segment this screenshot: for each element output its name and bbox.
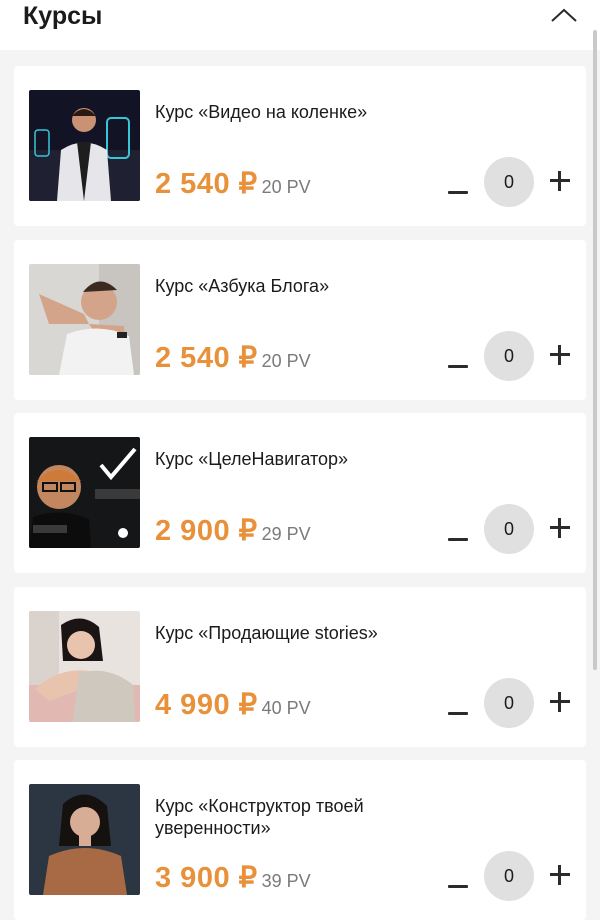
increase-button[interactable] <box>548 690 572 714</box>
course-price: 2 540 ₽ <box>155 342 258 374</box>
quantity-field[interactable]: 0 <box>484 678 534 728</box>
chevron-up-icon[interactable] <box>550 6 578 24</box>
price-row: 2 900 ₽29 PV <box>155 513 311 548</box>
course-thumbnail[interactable] <box>29 90 140 201</box>
course-pv: 20 PV <box>261 177 311 197</box>
increase-button[interactable] <box>548 863 572 887</box>
course-card[interactable]: Курс «Видео на коленке» 2 540 ₽20 PV 0 <box>14 66 586 226</box>
quantity-field[interactable]: 0 <box>484 851 534 901</box>
course-price: 3 900 ₽ <box>155 862 258 894</box>
course-title[interactable]: Курс «ЦелеНавигатор» <box>155 448 455 470</box>
course-thumbnail[interactable] <box>29 264 140 375</box>
course-title[interactable]: Курс «Азбука Блога» <box>155 275 455 297</box>
increase-button[interactable] <box>548 516 572 540</box>
course-pv: 29 PV <box>261 524 311 544</box>
quantity-field[interactable]: 0 <box>484 504 534 554</box>
price-row: 2 540 ₽20 PV <box>155 166 311 201</box>
section-header[interactable]: Курсы <box>0 0 600 50</box>
course-thumbnail[interactable] <box>29 784 140 895</box>
course-price: 2 540 ₽ <box>155 168 258 200</box>
course-card[interactable]: Курс «Азбука Блога» 2 540 ₽20 PV 0 <box>14 240 586 400</box>
price-row: 4 990 ₽40 PV <box>155 687 311 722</box>
course-pv: 20 PV <box>261 351 311 371</box>
decrease-button[interactable] <box>446 178 470 208</box>
course-card[interactable]: Курс «Продающие stories» 4 990 ₽40 PV 0 <box>14 587 586 747</box>
price-row: 3 900 ₽39 PV <box>155 860 311 895</box>
course-price: 2 900 ₽ <box>155 515 258 547</box>
increase-button[interactable] <box>548 343 572 367</box>
course-pv: 39 PV <box>261 871 311 891</box>
section-title: Курсы <box>23 2 103 30</box>
decrease-button[interactable] <box>446 352 470 382</box>
decrease-button[interactable] <box>446 525 470 555</box>
course-title[interactable]: Курс «Видео на коленке» <box>155 101 455 123</box>
course-thumbnail[interactable] <box>29 611 140 722</box>
scrollbar[interactable] <box>593 30 597 670</box>
course-pv: 40 PV <box>261 698 311 718</box>
decrease-button[interactable] <box>446 872 470 902</box>
increase-button[interactable] <box>548 169 572 193</box>
course-title[interactable]: Курс «Конструктор твоей уверенности» <box>155 795 455 839</box>
quantity-field[interactable]: 0 <box>484 157 534 207</box>
course-price: 4 990 ₽ <box>155 689 258 721</box>
decrease-button[interactable] <box>446 699 470 729</box>
course-title[interactable]: Курс «Продающие stories» <box>155 622 455 644</box>
course-card[interactable]: Курс «Конструктор твоей уверенности» 3 9… <box>14 760 586 920</box>
course-card[interactable]: Курс «ЦелеНавигатор» 2 900 ₽29 PV 0 <box>14 413 586 573</box>
course-thumbnail[interactable] <box>29 437 140 548</box>
price-row: 2 540 ₽20 PV <box>155 340 311 375</box>
quantity-field[interactable]: 0 <box>484 331 534 381</box>
